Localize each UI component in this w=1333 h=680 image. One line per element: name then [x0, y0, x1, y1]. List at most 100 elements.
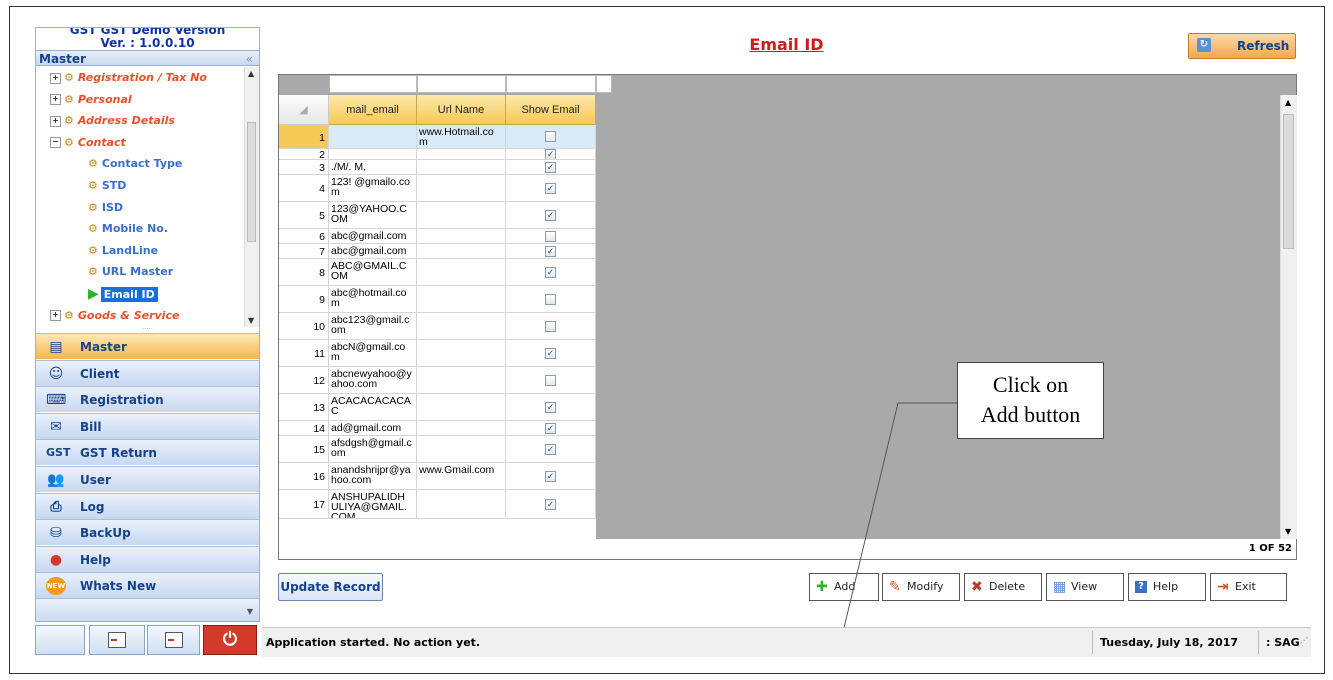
row-number[interactable]: 4: [279, 175, 329, 202]
mail-email-cell[interactable]: abc@gmail.com: [329, 229, 417, 244]
power-button[interactable]: ⏻: [203, 625, 257, 655]
column-header-show-email[interactable]: Show Email: [506, 95, 596, 125]
checkbox-checked[interactable]: ✓: [545, 498, 556, 510]
nav-whats-new[interactable]: NEW Whats New: [36, 572, 259, 599]
table-row[interactable]: 8 ABC@GMAIL.C OM ✓: [279, 259, 596, 286]
checkbox-unchecked[interactable]: [545, 230, 556, 242]
checkbox-checked[interactable]: ✓: [545, 470, 556, 482]
refresh-button[interactable]: ↻ Refresh: [1188, 33, 1296, 59]
show-email-cell[interactable]: [506, 286, 596, 313]
checkbox-checked[interactable]: ✓: [545, 149, 556, 159]
table-row[interactable]: 1 www.Hotmail.co m: [279, 125, 596, 149]
show-email-cell[interactable]: ✓: [506, 244, 596, 259]
column-header-mail-email[interactable]: mail_email: [329, 95, 417, 125]
nav-gst-return[interactable]: GST GST Return: [36, 439, 259, 466]
mail-email-cell[interactable]: abcN@gmail.co m: [329, 340, 417, 367]
mail-email-cell[interactable]: [329, 125, 417, 149]
show-email-cell[interactable]: ✓: [506, 340, 596, 367]
add-button[interactable]: ✚ Add: [809, 573, 879, 601]
show-email-cell[interactable]: ✓: [506, 202, 596, 229]
nav-footer[interactable]: ▼: [36, 598, 259, 621]
grid-scroll-thumb[interactable]: [1283, 114, 1294, 249]
url-name-cell[interactable]: [417, 259, 506, 286]
url-name-cell[interactable]: [417, 175, 506, 202]
url-name-cell[interactable]: [417, 367, 506, 394]
nav-log[interactable]: ⎙ Log: [36, 492, 259, 519]
collapse-node-icon[interactable]: −: [50, 137, 61, 149]
modify-button[interactable]: ✎ Modify: [882, 573, 960, 601]
filter-url-name[interactable]: [417, 75, 506, 93]
checkbox-checked[interactable]: ✓: [545, 182, 556, 194]
tree-item-url-master[interactable]: ⚙ URL Master: [88, 263, 173, 281]
show-email-cell[interactable]: [506, 367, 596, 394]
checkbox-checked[interactable]: ✓: [545, 347, 556, 359]
nav-master[interactable]: ▤ Master: [36, 333, 259, 359]
table-row[interactable]: 10 abc123@gmail.c om: [279, 313, 596, 340]
row-number[interactable]: 7: [279, 244, 329, 259]
url-name-cell[interactable]: [417, 340, 506, 367]
checkbox-unchecked[interactable]: [545, 131, 556, 142]
show-email-cell[interactable]: ✓: [506, 436, 596, 463]
mail-email-cell[interactable]: 123@YAHOO.C OM: [329, 202, 417, 229]
tree-item-registration-tax-no[interactable]: + ⚙ Registration / Tax No: [50, 69, 207, 87]
url-name-cell[interactable]: [417, 160, 506, 175]
checkbox-unchecked[interactable]: [545, 320, 556, 332]
row-number[interactable]: 11: [279, 340, 329, 367]
show-email-cell[interactable]: ✓: [506, 175, 596, 202]
checkbox-checked[interactable]: ✓: [545, 422, 556, 434]
tree-item-mobile-no[interactable]: ⚙ Mobile No.: [88, 220, 168, 238]
show-email-cell[interactable]: ✓: [506, 394, 596, 421]
row-number[interactable]: 17: [279, 490, 329, 519]
url-name-cell[interactable]: [417, 202, 506, 229]
row-number[interactable]: 8: [279, 259, 329, 286]
mail-email-cell[interactable]: [329, 149, 417, 160]
expand-node-icon[interactable]: +: [50, 115, 61, 127]
url-name-cell[interactable]: [417, 394, 506, 421]
resize-grip[interactable]: ⋰: [1300, 626, 1308, 655]
chevron-down-icon[interactable]: ▼: [247, 607, 253, 616]
table-row[interactable]: 13 ACACACACACA C ✓: [279, 394, 596, 421]
table-row[interactable]: 3 ./M/. M, ✓: [279, 160, 596, 175]
row-number[interactable]: 3: [279, 160, 329, 175]
table-row[interactable]: 11 abcN@gmail.co m ✓: [279, 340, 596, 367]
delete-button[interactable]: ✖ Delete: [964, 573, 1042, 601]
url-name-cell[interactable]: [417, 421, 506, 436]
table-row[interactable]: 15 afsdgsh@gmail.c om ✓: [279, 436, 596, 463]
filter-extra[interactable]: [596, 75, 612, 93]
table-row[interactable]: 5 123@YAHOO.C OM ✓: [279, 202, 596, 229]
row-number[interactable]: 10: [279, 313, 329, 340]
nav-pane-button[interactable]: [35, 625, 85, 655]
show-email-cell[interactable]: ✓: [506, 259, 596, 286]
url-name-cell[interactable]: [417, 436, 506, 463]
row-number[interactable]: 13: [279, 394, 329, 421]
url-name-cell[interactable]: [417, 229, 506, 244]
table-row[interactable]: 2 ✓: [279, 149, 596, 160]
view-button[interactable]: ▦ View: [1046, 573, 1124, 601]
grid-corner[interactable]: ◢: [279, 95, 329, 125]
show-email-cell[interactable]: [506, 125, 596, 149]
row-number[interactable]: 5: [279, 202, 329, 229]
tree-item-landline[interactable]: ⚙ LandLine: [88, 242, 158, 260]
show-email-cell[interactable]: ✓: [506, 160, 596, 175]
tree-item-email-id[interactable]: ▶ Email ID: [88, 285, 158, 303]
show-email-cell[interactable]: [506, 313, 596, 340]
mail-email-cell[interactable]: abc@hotmail.co m: [329, 286, 417, 313]
table-row[interactable]: 16 anandshrijpr@ya hoo.com www.Gmail.com ✓: [279, 463, 596, 490]
show-email-cell[interactable]: ✓: [506, 421, 596, 436]
tree-item-contact-type[interactable]: ⚙ Contact Type: [88, 155, 182, 173]
splitter-grip[interactable]: ·····: [36, 326, 259, 333]
nav-help[interactable]: ● Help: [36, 545, 259, 572]
nav-bill[interactable]: ✉ Bill: [36, 412, 259, 439]
column-header-url-name[interactable]: Url Name: [417, 95, 506, 125]
tree-item-isd[interactable]: ⚙ ISD: [88, 199, 123, 217]
table-row[interactable]: 17 ANSHUPALIDH ULIYA@GMAIL. COM ✓: [279, 490, 596, 519]
nav-user[interactable]: 👥 User: [36, 466, 259, 492]
mail-email-cell[interactable]: ACACACACACA C: [329, 394, 417, 421]
layout-right-button[interactable]: [147, 625, 200, 655]
mail-email-cell[interactable]: ad@gmail.com: [329, 421, 417, 436]
nav-registration[interactable]: ⌨ Registration: [36, 386, 259, 413]
checkbox-unchecked[interactable]: [545, 374, 556, 386]
mail-email-cell[interactable]: ./M/. M,: [329, 160, 417, 175]
table-row[interactable]: 6 abc@gmail.com: [279, 229, 596, 244]
checkbox-checked[interactable]: ✓: [545, 266, 556, 278]
